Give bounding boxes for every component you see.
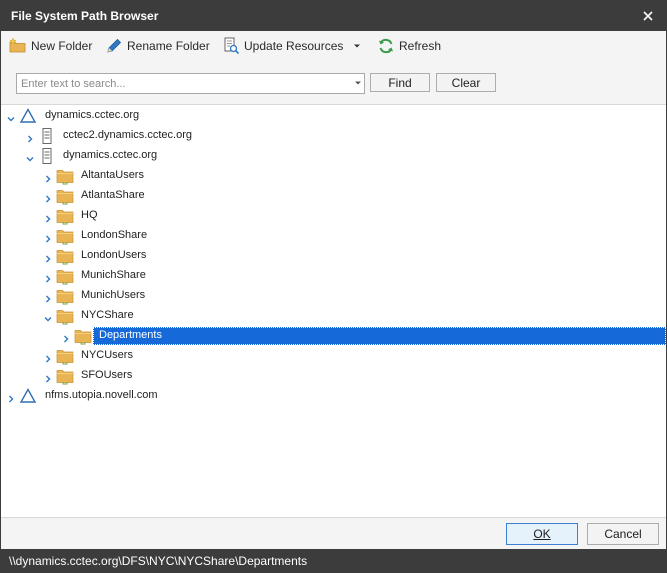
title-bar: File System Path Browser xyxy=(1,1,666,31)
new-folder-label: New Folder xyxy=(31,39,93,53)
new-folder-button[interactable]: New Folder xyxy=(9,36,92,56)
tree-node-label: MunichUsers xyxy=(81,289,146,301)
folder-icon xyxy=(56,347,74,365)
chevron-right-icon[interactable] xyxy=(44,272,52,283)
find-button[interactable]: Find xyxy=(370,73,430,92)
tree-node[interactable]: dynamics.cctec.org xyxy=(1,146,666,166)
refresh-icon xyxy=(379,38,393,54)
chevron-right-icon[interactable] xyxy=(44,252,52,263)
domain-triangle-icon xyxy=(19,387,37,405)
selected-path: \\dynamics.cctec.org\DFS\NYC\NYCShare\De… xyxy=(9,554,308,568)
chevron-right-icon[interactable] xyxy=(26,132,34,143)
dialog-window: File System Path Browser New Folder Rena… xyxy=(0,0,667,573)
folder-icon xyxy=(56,167,74,185)
selection-highlight xyxy=(93,327,666,345)
pencil-icon xyxy=(107,38,122,53)
folder-tree: dynamics.cctec.org cctec2.dynamics.cctec.… xyxy=(1,105,666,517)
tree-node-label: NYCUsers xyxy=(81,349,133,361)
dialog-footer: OK Cancel xyxy=(1,517,666,550)
tree-node[interactable]: SFOUsers xyxy=(1,366,666,386)
refresh-button[interactable]: Refresh xyxy=(377,36,441,56)
folder-icon xyxy=(56,287,74,305)
chevron-right-icon[interactable] xyxy=(44,212,52,223)
tree-node-label: MunichShare xyxy=(81,269,146,281)
dropdown-arrow-icon xyxy=(354,44,360,48)
domain-triangle-icon xyxy=(19,107,37,125)
tree-node[interactable]: cctec2.dynamics.cctec.org xyxy=(1,126,666,146)
chevron-right-icon[interactable] xyxy=(62,332,70,343)
chevron-right-icon[interactable] xyxy=(7,392,15,403)
tree-node[interactable]: MunichShare xyxy=(1,266,666,286)
tree-node-label: SFOUsers xyxy=(81,369,133,381)
chevron-right-icon[interactable] xyxy=(44,292,52,303)
chevron-down-icon[interactable] xyxy=(26,152,34,162)
status-bar: \\dynamics.cctec.org\DFS\NYC\NYCShare\De… xyxy=(1,549,666,572)
tree-node-label: LondonShare xyxy=(81,229,148,241)
update-resources-dropdown[interactable] xyxy=(353,36,365,56)
tree-node-label: AltantaUsers xyxy=(81,169,144,181)
ok-button-label: OK xyxy=(533,527,551,541)
chevron-right-icon[interactable] xyxy=(44,192,52,203)
tree-node-label: dynamics.cctec.org xyxy=(45,109,140,121)
folder-icon xyxy=(56,247,74,265)
chevron-down-icon[interactable] xyxy=(354,80,362,86)
chevron-right-icon[interactable] xyxy=(44,352,52,363)
tree-node[interactable]: NYCShare xyxy=(1,306,666,326)
window-title: File System Path Browser xyxy=(11,9,159,23)
tree-node-label: LondonUsers xyxy=(81,249,147,261)
clear-button[interactable]: Clear xyxy=(436,73,496,92)
folder-icon xyxy=(56,307,74,325)
folder-icon xyxy=(74,327,92,345)
chevron-right-icon[interactable] xyxy=(44,372,52,383)
cancel-button-label: Cancel xyxy=(604,527,642,541)
folder-icon xyxy=(56,207,74,225)
folder-icon xyxy=(56,367,74,385)
rename-folder-label: Rename Folder xyxy=(127,39,210,53)
toolbar: New Folder Rename Folder Update Resource… xyxy=(1,31,666,61)
chevron-right-icon[interactable] xyxy=(44,172,52,183)
folder-icon xyxy=(56,267,74,285)
cancel-button[interactable]: Cancel xyxy=(587,523,659,545)
tree-node-label: Departments xyxy=(99,329,162,341)
tree-node[interactable]: MunichUsers xyxy=(1,286,666,306)
search-row: Find Clear xyxy=(1,61,666,105)
update-resources-label: Update Resources xyxy=(244,39,344,53)
update-resources-button[interactable]: Update Resources xyxy=(222,36,343,56)
tree-node[interactable]: dynamics.cctec.org xyxy=(1,106,666,126)
tree-node[interactable]: AtlantaShare xyxy=(1,186,666,206)
tree-node[interactable]: HQ xyxy=(1,206,666,226)
folder-icon xyxy=(56,187,74,205)
search-combobox[interactable] xyxy=(16,73,365,94)
update-resources-icon xyxy=(224,37,240,55)
tree-node-label: cctec2.dynamics.cctec.org xyxy=(63,129,192,141)
ok-button[interactable]: OK xyxy=(506,523,578,545)
rename-folder-button[interactable]: Rename Folder xyxy=(105,36,210,56)
tree-node[interactable]: AltantaUsers xyxy=(1,166,666,186)
tree-node-label: AtlantaShare xyxy=(81,189,145,201)
folder-icon xyxy=(56,227,74,245)
tree-node[interactable]: nfms.utopia.novell.com xyxy=(1,386,666,406)
tree-node-label: dynamics.cctec.org xyxy=(63,149,158,161)
tree-node-label: HQ xyxy=(81,209,98,221)
tree-node[interactable]: NYCUsers xyxy=(1,346,666,366)
search-input[interactable] xyxy=(17,74,347,93)
refresh-label: Refresh xyxy=(399,39,442,53)
tree-node-label: NYCShare xyxy=(81,309,134,321)
tree-node-label: nfms.utopia.novell.com xyxy=(45,389,158,401)
new-folder-icon xyxy=(9,37,26,53)
server-icon xyxy=(38,147,56,165)
chevron-down-icon[interactable] xyxy=(7,112,15,122)
tree-node[interactable]: LondonUsers xyxy=(1,246,666,266)
close-button[interactable] xyxy=(638,6,658,26)
tree-node[interactable]: LondonShare xyxy=(1,226,666,246)
close-icon xyxy=(643,11,653,21)
server-icon xyxy=(38,127,56,145)
chevron-down-icon[interactable] xyxy=(44,312,52,322)
chevron-right-icon[interactable] xyxy=(44,232,52,243)
tree-node[interactable]: Departments xyxy=(1,326,666,346)
